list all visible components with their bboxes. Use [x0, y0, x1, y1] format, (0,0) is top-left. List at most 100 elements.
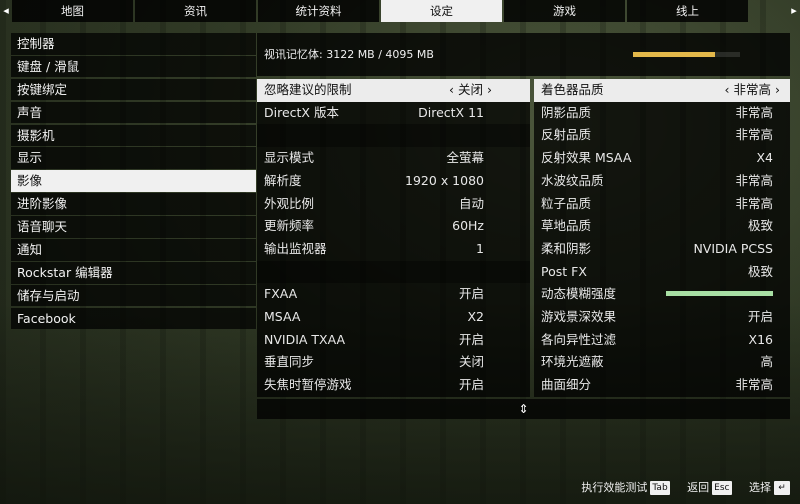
settings-category-menu: 控制器 键盘 / 滑鼠 按键绑定 声音 摄影机 显示 影像 进阶影像 语音聊天 … — [11, 33, 256, 331]
left-setting-row[interactable]: FXAA 开启 — [257, 283, 530, 306]
setting-value: DirectX 11 — [418, 104, 484, 120]
menu-item-camera[interactable]: 摄影机 — [11, 124, 256, 147]
tab-prev-icon[interactable]: ◂ — [0, 0, 12, 22]
right-setting-row[interactable]: 动态模糊强度 — [534, 283, 790, 306]
menu-item-rockstar-editor[interactable]: Rockstar 编辑器 — [11, 261, 256, 284]
right-setting-row[interactable]: 柔和阴影 NVIDIA PCSS — [534, 238, 790, 261]
scroll-updown-icon: ⇕ — [518, 402, 529, 416]
left-setting-row[interactable]: 忽略建议的限制 ‹ 关闭 › — [257, 79, 530, 102]
setting-value: 1 — [476, 240, 484, 256]
right-setting-row[interactable]: 粒子品质 非常高 — [534, 193, 790, 216]
left-setting-row[interactable]: 显示模式 全萤幕 — [257, 147, 530, 170]
menu-item-keyboard-mouse[interactable]: 键盘 / 滑鼠 — [11, 55, 256, 78]
setting-label: 阴影品质 — [541, 104, 592, 120]
right-setting-row[interactable]: 反射品质 非常高 — [534, 124, 790, 147]
right-setting-row[interactable]: 反射效果 MSAA X4 — [534, 147, 790, 170]
right-setting-row[interactable]: 环境光遮蔽 高 — [534, 351, 790, 374]
setting-value: 开启 — [458, 331, 484, 347]
left-setting-row[interactable]: 更新频率 60Hz — [257, 215, 530, 238]
left-setting-row[interactable]: MSAA X2 — [257, 306, 530, 329]
enter-key-icon: ↵ — [774, 481, 790, 495]
button-hints: 执行效能测试 Tab 返回 Esc 选择 ↵ — [567, 480, 790, 496]
setting-value: X16 — [748, 331, 773, 347]
right-setting-row[interactable]: 水波纹品质 非常高 — [534, 170, 790, 193]
setting-value: 全萤幕 — [446, 150, 484, 166]
hint-select[interactable]: 选择 ↵ — [749, 480, 790, 496]
setting-label: 解析度 — [264, 172, 302, 188]
tab-stats[interactable]: 统计资料 — [258, 0, 379, 22]
tab-map[interactable]: 地图 — [12, 0, 133, 22]
hint-benchmark-label: 执行效能测试 — [581, 481, 648, 494]
left-setting-row[interactable]: 解析度 1920 x 1080 — [257, 170, 530, 193]
setting-value: 非常高 — [735, 377, 773, 393]
menu-item-controller[interactable]: 控制器 — [11, 33, 256, 55]
setting-value: 非常高 — [735, 195, 773, 211]
setting-label: DirectX 版本 — [264, 104, 339, 120]
tab-key-icon: Tab — [650, 481, 670, 495]
setting-value: 开启 — [747, 309, 773, 324]
vram-usage: 视讯记忆体: 3122 MB / 4095 MB — [257, 33, 790, 76]
left-spacer — [257, 124, 530, 148]
setting-value: 开启 — [458, 286, 484, 302]
left-setting-row[interactable]: 外观比例 自动 — [257, 193, 530, 216]
setting-value: 高 — [760, 354, 773, 370]
esc-key-icon: Esc — [712, 481, 732, 495]
hint-benchmark[interactable]: 执行效能测试 Tab — [581, 480, 670, 496]
setting-label: 水波纹品质 — [541, 172, 604, 188]
setting-label: 草地品质 — [541, 218, 592, 234]
left-setting-row[interactable]: 输出监视器 1 — [257, 238, 530, 261]
menu-item-facebook[interactable]: Facebook — [11, 307, 256, 330]
menu-item-notifications[interactable]: 通知 — [11, 239, 256, 261]
tab-next-icon[interactable]: ▸ — [788, 0, 800, 22]
top-tab-bar: ◂ 地图 资讯 统计资料 设定 游戏 线上 ▸ — [0, 0, 800, 22]
menu-item-audio[interactable]: 声音 — [11, 101, 256, 124]
motion-blur-slider[interactable] — [666, 291, 773, 297]
left-spacer — [257, 260, 530, 284]
settings-column-right: 着色器品质 ‹ 非常高 › 阴影品质 非常高 反射品质 非常高 反射效果 MSAA X4 水波纹… — [534, 79, 790, 397]
hint-select-label: 选择 — [749, 481, 771, 494]
right-setting-row[interactable]: Post FX 极致 — [534, 261, 790, 284]
right-setting-row[interactable]: 游戏景深效果 开启 — [534, 306, 790, 329]
tab-settings[interactable]: 设定 — [381, 0, 502, 22]
setting-label: 粒子品质 — [541, 195, 592, 211]
motion-blur-slider-fill — [666, 291, 773, 297]
settings-column-left: 忽略建议的限制 ‹ 关闭 › DirectX 版本 DirectX 11 显示模式 全萤幕… — [257, 79, 530, 397]
right-setting-row[interactable]: 草地品质 极致 — [534, 215, 790, 238]
menu-item-key-bindings[interactable]: 按键绑定 — [11, 78, 256, 101]
tab-info[interactable]: 资讯 — [135, 0, 256, 22]
setting-value: NVIDIA PCSS — [693, 240, 773, 256]
setting-label: 柔和阴影 — [541, 240, 592, 256]
setting-value: 极致 — [747, 263, 773, 279]
setting-label: Post FX — [541, 263, 587, 279]
graphics-settings-panel: 视讯记忆体: 3122 MB / 4095 MB 忽略建议的限制 ‹ 关闭 › Di… — [257, 33, 790, 419]
setting-value: 非常高 — [735, 172, 773, 188]
right-setting-row[interactable]: 曲面细分 非常高 — [534, 374, 790, 397]
setting-value: X4 — [756, 150, 773, 166]
vram-usage-bar — [633, 52, 740, 57]
left-setting-row[interactable]: NVIDIA TXAA 开启 — [257, 329, 530, 352]
setting-label: 着色器品质 — [541, 82, 604, 97]
setting-value: 极致 — [747, 218, 773, 234]
menu-item-advanced-graphics[interactable]: 进阶影像 — [11, 193, 256, 215]
hint-back[interactable]: 返回 Esc — [687, 480, 732, 496]
tab-game[interactable]: 游戏 — [504, 0, 625, 22]
menu-item-voice-chat[interactable]: 语音聊天 — [11, 216, 256, 238]
left-setting-row[interactable]: DirectX 版本 DirectX 11 — [257, 102, 530, 125]
scroll-indicator[interactable]: ⇕ — [257, 399, 790, 419]
setting-label: 各向异性过滤 — [541, 331, 617, 347]
menu-item-saving-startup[interactable]: 储存与启动 — [11, 284, 256, 307]
right-setting-row[interactable]: 阴影品质 非常高 — [534, 102, 790, 125]
menu-item-graphics[interactable]: 影像 — [11, 170, 256, 192]
setting-label: 失焦时暂停游戏 — [264, 377, 352, 393]
menu-item-display[interactable]: 显示 — [11, 147, 256, 170]
tab-online[interactable]: 线上 — [627, 0, 748, 22]
left-setting-row[interactable]: 失焦时暂停游戏 开启 — [257, 374, 530, 397]
setting-label: 垂直同步 — [264, 354, 315, 370]
left-setting-row[interactable]: 垂直同步 关闭 — [257, 351, 530, 374]
setting-value: 关闭 — [458, 354, 484, 370]
right-setting-row[interactable]: 着色器品质 ‹ 非常高 › — [534, 79, 790, 102]
setting-label: 外观比例 — [264, 195, 315, 211]
setting-label: 更新频率 — [264, 218, 315, 234]
right-setting-row[interactable]: 各向异性过滤 X16 — [534, 329, 790, 352]
setting-label: MSAA — [264, 309, 301, 324]
